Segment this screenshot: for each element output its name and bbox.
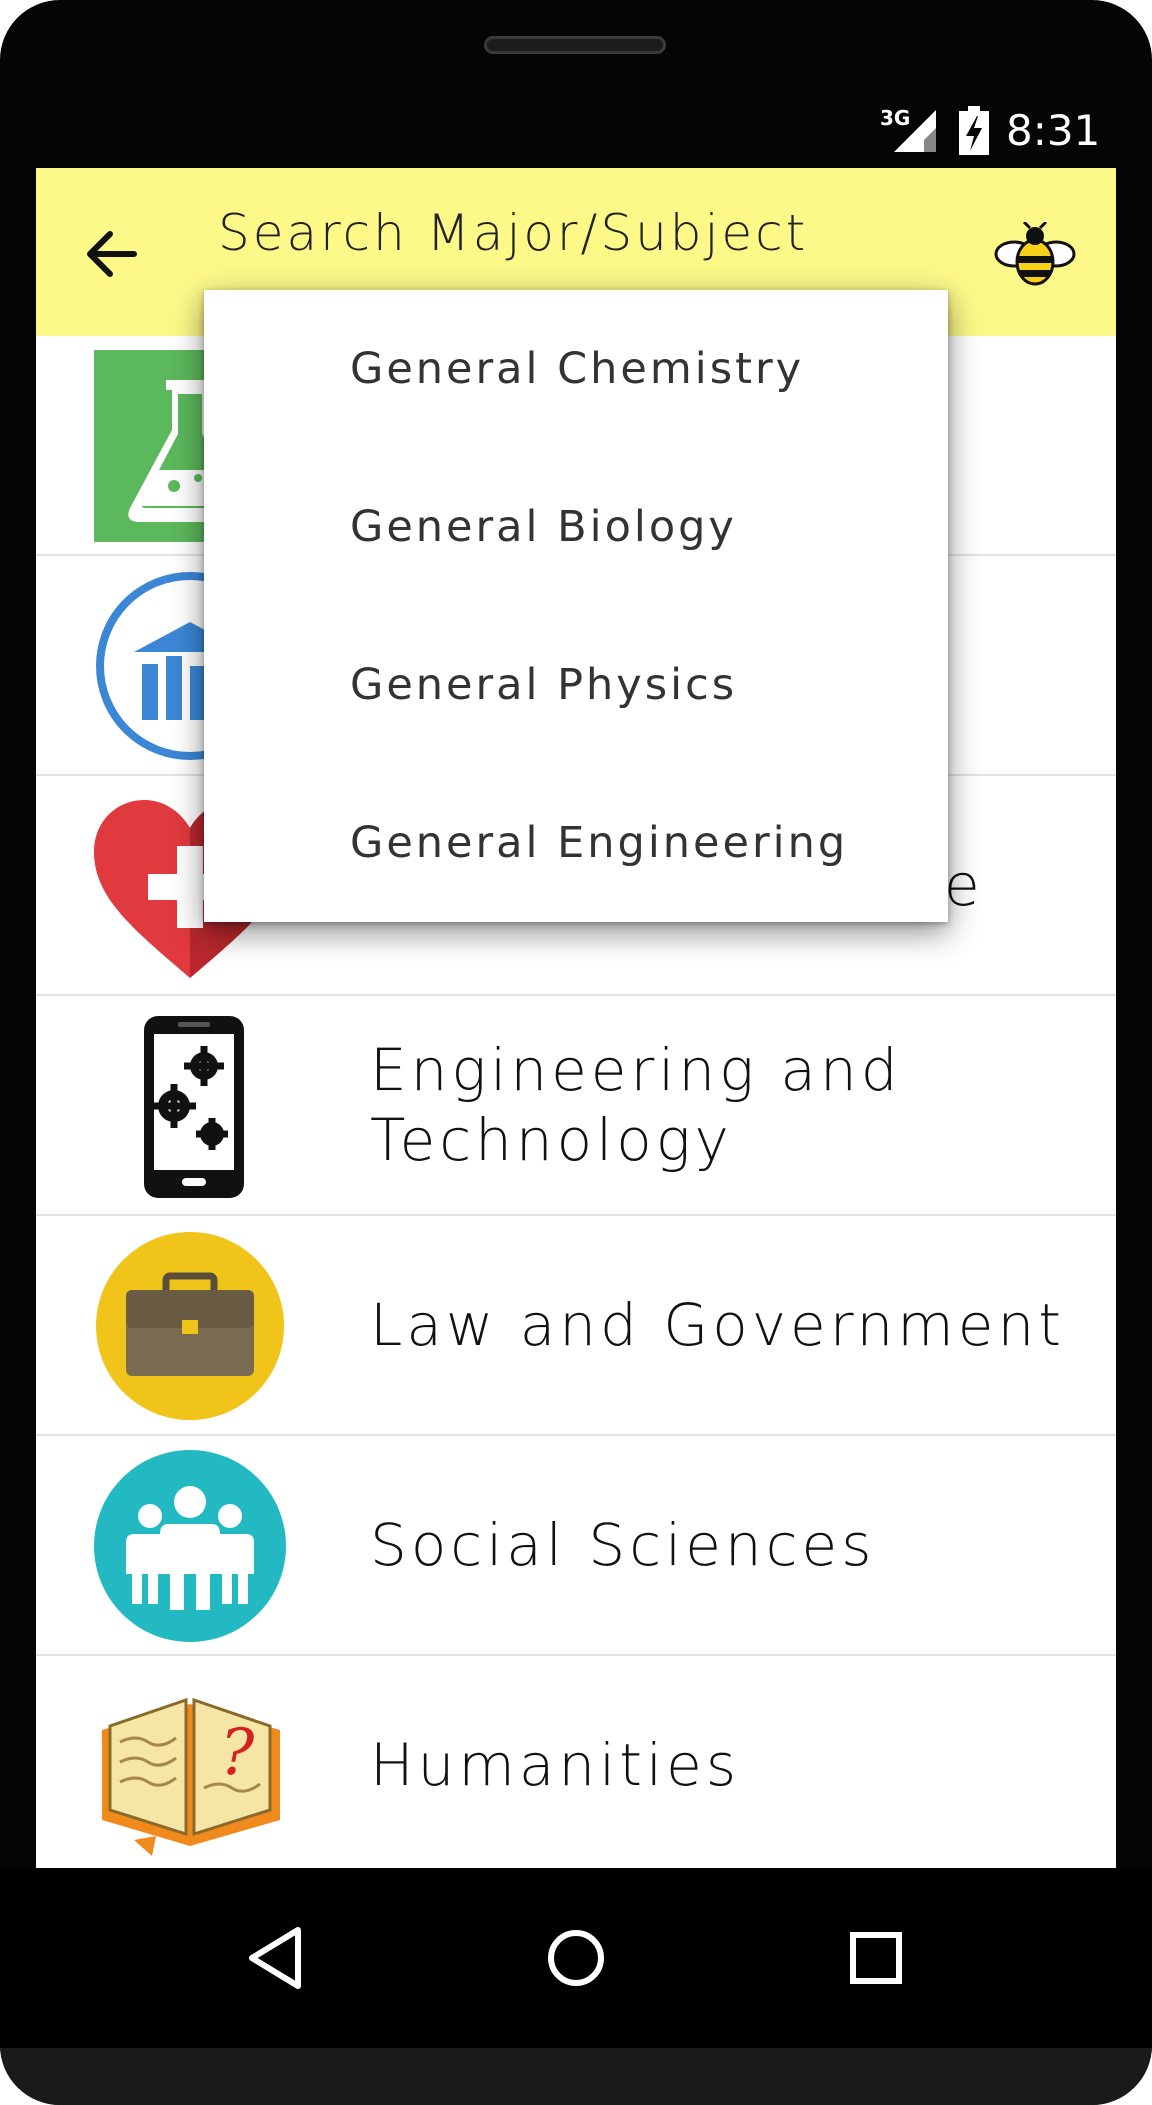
dropdown-item-label: General Biology [350,502,737,552]
status-bar: 3G 8:31 [36,100,1116,168]
book-question-icon: ? [102,1697,280,1856]
dropdown-item[interactable]: General Chemistry [204,290,948,448]
list-item[interactable]: Social Sciences [36,1436,1116,1656]
phone-frame: 3G 8:31 e Engineering and Technology Law… [0,0,1152,2105]
phone-gears-icon [144,1016,244,1198]
clock: 8:31 [1006,106,1101,155]
dropdown-item-label: General Engineering [350,818,849,868]
dropdown-item-label: General Physics [350,660,738,710]
square-recents-icon[interactable] [836,1918,916,1998]
signal-icon [894,110,936,152]
list-item-label: Law and Government [370,1291,1065,1359]
bee-icon[interactable] [994,222,1076,288]
dropdown-item-label: General Chemistry [350,344,805,394]
app-screen: e Engineering and Technology Law and Gov… [36,168,1116,1868]
briefcase-icon [96,1232,284,1420]
list-item-label: Humanities [370,1731,741,1799]
list-item[interactable]: Law and Government [36,1216,1116,1436]
phone-bottom-edge [0,2048,1152,2105]
triangle-back-icon[interactable] [236,1918,316,1998]
list-item-label: e [944,851,984,919]
arrow-left-icon[interactable] [82,226,138,282]
page-title: Search Major/Subject [218,204,809,262]
suggestion-dropdown: General Chemistry General Biology Genera… [204,290,948,922]
dropdown-item[interactable]: General Physics [204,606,948,764]
speaker-grille [484,36,666,54]
navigation-bar [0,1868,1152,2048]
battery-charging-icon [959,106,989,155]
svg-text:?: ? [220,1716,255,1790]
list-item[interactable]: ? Humanities [36,1656,1116,1868]
dropdown-item[interactable]: General Engineering [204,764,948,922]
list-item-label: Engineering and Technology [370,1036,902,1174]
circle-home-icon[interactable] [536,1918,616,1998]
list-item-label: Social Sciences [370,1511,876,1579]
dropdown-item[interactable]: General Biology [204,448,948,606]
list-item[interactable]: Engineering and Technology [36,996,1116,1216]
people-icon [94,1450,286,1642]
